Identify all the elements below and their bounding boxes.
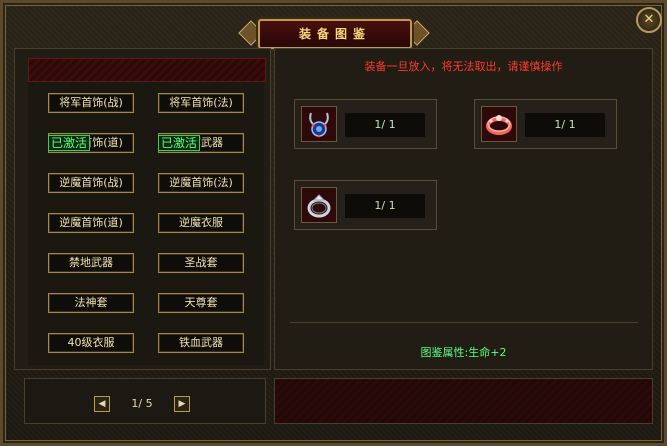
warning-text: 装备一旦放入，将无法取出，请谨慎操作 <box>364 60 563 73</box>
window-title: 装备图鉴 <box>258 19 412 49</box>
set-button-forbidden-weapon[interactable]: 禁地武器 <box>48 253 134 273</box>
next-page-button[interactable]: ▶ <box>174 396 190 412</box>
set-button-mage-god-set[interactable]: 法神套 <box>48 293 134 313</box>
page-indicator: 1/ 5 <box>131 397 153 410</box>
close-button[interactable]: ✕ <box>636 7 662 33</box>
equipment-slot: 1/ 1 <box>294 99 437 149</box>
set-list-header <box>28 58 266 82</box>
set-button-demon-jewelry-mage[interactable]: 逆魔首饰(法) <box>158 173 244 193</box>
ring-slot[interactable] <box>301 187 337 223</box>
prev-page-button[interactable]: ◀ <box>94 396 110 412</box>
slot-count: 1/ 1 <box>345 194 425 218</box>
slot-count: 1/ 1 <box>525 113 605 137</box>
bottom-info-panel <box>274 378 653 424</box>
activated-badge: 已激活 <box>48 135 91 151</box>
right-arrow-icon: ▶ <box>178 399 186 409</box>
set-button-heaven-set[interactable]: 天尊套 <box>158 293 244 313</box>
left-arrow-icon: ◀ <box>98 399 106 409</box>
bracelet-slot[interactable] <box>481 106 517 142</box>
set-button-demon-armor[interactable]: 逆魔衣服 <box>158 213 244 233</box>
collection-attribute: 图鉴属性:生命+2 <box>420 346 507 359</box>
equipment-slot: 1/ 1 <box>474 99 617 149</box>
set-button-level40-armor[interactable]: 40级衣服 <box>48 333 134 353</box>
divider <box>290 322 638 323</box>
set-button-demon-jewelry-warrior[interactable]: 逆魔首饰(战) <box>48 173 134 193</box>
bracelet-icon <box>486 115 512 135</box>
set-button-general-jewelry-mage[interactable]: 将军首饰(法) <box>158 93 244 113</box>
slot-count: 1/ 1 <box>345 113 425 137</box>
close-icon: ✕ <box>643 12 655 27</box>
necklace-slot[interactable] <box>301 106 337 142</box>
set-button-iron-blood-weapon[interactable]: 铁血武器 <box>158 333 244 353</box>
equipment-slot: 1/ 1 <box>294 180 437 230</box>
ring-icon <box>307 194 331 218</box>
activated-badge: 已激活 <box>158 135 201 151</box>
necklace-icon <box>309 112 329 138</box>
set-button-holy-war-set[interactable]: 圣战套 <box>158 253 244 273</box>
set-button-general-jewelry-warrior[interactable]: 将军首饰(战) <box>48 93 134 113</box>
set-button-demon-jewelry-taoist[interactable]: 逆魔首饰(道) <box>48 213 134 233</box>
